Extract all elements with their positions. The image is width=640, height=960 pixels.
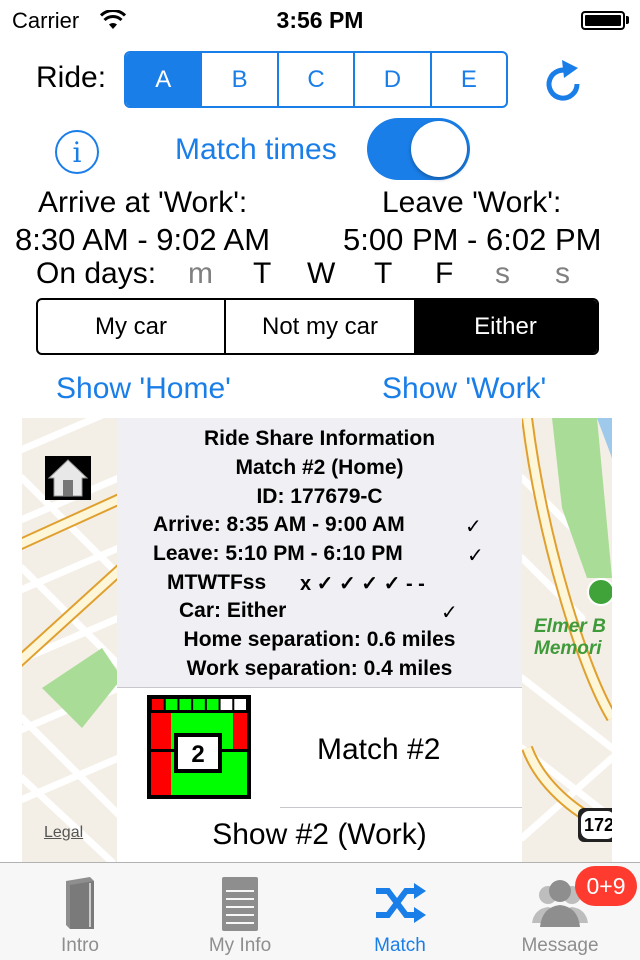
status-bar: Carrier 3:56 PM xyxy=(0,0,640,40)
match-day-cell xyxy=(193,699,205,710)
match-day-cell xyxy=(234,699,246,710)
info-leave: Leave: 5:10 PM - 6:10 PM xyxy=(153,542,403,565)
route-shield: 172 xyxy=(578,808,612,842)
arrive-label: Arrive at 'Work': xyxy=(38,186,248,219)
leave-label: Leave 'Work': xyxy=(382,186,562,219)
park-tree-icon[interactable] xyxy=(587,578,612,606)
leave-check-icon: ✓ xyxy=(467,545,484,567)
ride-label: Ride: xyxy=(36,61,107,94)
match-day-cell xyxy=(220,699,233,710)
ride-option-d[interactable]: D xyxy=(353,53,429,106)
match-day-cell xyxy=(206,699,219,710)
info-work-separation: Work separation: 0.4 miles xyxy=(186,657,453,680)
ride-segmented-control: A B C D E xyxy=(124,51,508,108)
refresh-icon[interactable] xyxy=(540,54,586,104)
tab-bar: Intro My Info Match Message xyxy=(0,862,640,960)
match-day-cell xyxy=(165,699,178,710)
info-icon: i xyxy=(72,135,82,169)
car-option-my-car[interactable]: My car xyxy=(38,300,224,353)
match-day-cell xyxy=(179,699,192,710)
info-button[interactable]: i xyxy=(55,130,99,174)
park-label: Elmer B Memori xyxy=(534,616,606,659)
days-label: On days: xyxy=(36,257,157,290)
info-id: ID: 177679-C xyxy=(256,485,383,508)
ride-option-e[interactable]: E xyxy=(429,53,506,106)
tab-intro[interactable]: Intro xyxy=(0,863,160,960)
message-badge: 0+9 xyxy=(575,866,637,906)
row-separator xyxy=(280,807,522,808)
day-tue[interactable]: T xyxy=(253,257,271,291)
battery-icon xyxy=(581,11,625,30)
car-option-not-my-car[interactable]: Not my car xyxy=(224,300,414,353)
car-option-either[interactable]: Either xyxy=(414,300,597,353)
match-row[interactable]: 2 Match #2 xyxy=(117,689,522,807)
info-days-marks: x ✓ ✓ ✓ ✓ - - xyxy=(300,573,425,595)
match-label: Match #2 xyxy=(317,733,441,766)
battery-tip xyxy=(626,16,629,24)
match-times-label: Match times xyxy=(175,133,337,166)
match-day-cell xyxy=(152,699,164,710)
tab-my-info[interactable]: My Info xyxy=(160,863,320,960)
day-fri[interactable]: F xyxy=(435,257,453,291)
show-home-link[interactable]: Show 'Home' xyxy=(56,372,231,406)
info-days: MTWTFss xyxy=(167,571,267,594)
tab-intro-label: Intro xyxy=(60,935,100,956)
tab-my-info-label: My Info xyxy=(208,935,272,956)
day-mon[interactable]: m xyxy=(188,257,213,291)
show-match-work-button[interactable]: Show #2 (Work) xyxy=(117,818,522,852)
car-segmented-control: My car Not my car Either xyxy=(36,298,599,355)
toggle-knob xyxy=(411,121,467,177)
status-time: 3:56 PM xyxy=(276,7,364,33)
ride-share-callout: Ride Share Information Match #2 (Home) I… xyxy=(117,418,522,862)
tab-match[interactable]: Match xyxy=(320,863,480,960)
leave-time[interactable]: 5:00 PM - 6:02 PM xyxy=(343,222,601,258)
info-title: Ride Share Information xyxy=(203,427,436,450)
info-match: Match #2 (Home) xyxy=(235,456,404,479)
legal-link[interactable]: Legal xyxy=(44,824,83,842)
match-times-toggle[interactable] xyxy=(367,118,470,180)
info-car: Car: Either xyxy=(179,599,287,622)
notepad-icon xyxy=(222,877,258,931)
home-pin[interactable] xyxy=(45,456,91,500)
ride-option-c[interactable]: C xyxy=(276,53,353,106)
info-arrive: Arrive: 8:35 AM - 9:00 AM xyxy=(153,513,405,536)
shuffle-icon xyxy=(376,883,426,923)
ride-share-info-panel: Ride Share Information Match #2 (Home) I… xyxy=(117,418,522,688)
arrive-check-icon: ✓ xyxy=(465,516,482,538)
tab-message-label: Message xyxy=(521,935,599,956)
ride-option-b[interactable]: B xyxy=(200,53,276,106)
house-icon xyxy=(47,459,89,497)
arrive-time[interactable]: 8:30 AM - 9:02 AM xyxy=(15,222,270,258)
book-icon xyxy=(66,877,94,929)
match-schedule-icon: 2 xyxy=(147,695,251,799)
ride-option-a[interactable]: A xyxy=(126,53,201,106)
day-wed[interactable]: W xyxy=(307,257,335,291)
show-work-link[interactable]: Show 'Work' xyxy=(382,372,546,406)
tab-match-label: Match xyxy=(374,935,426,956)
info-home-separation: Home separation: 0.6 miles xyxy=(183,628,456,651)
day-sat[interactable]: s xyxy=(495,257,510,291)
day-sun[interactable]: s xyxy=(555,257,570,291)
car-check-icon: ✓ xyxy=(441,602,458,624)
match-number: 2 xyxy=(191,741,204,768)
day-thu[interactable]: T xyxy=(374,257,392,291)
